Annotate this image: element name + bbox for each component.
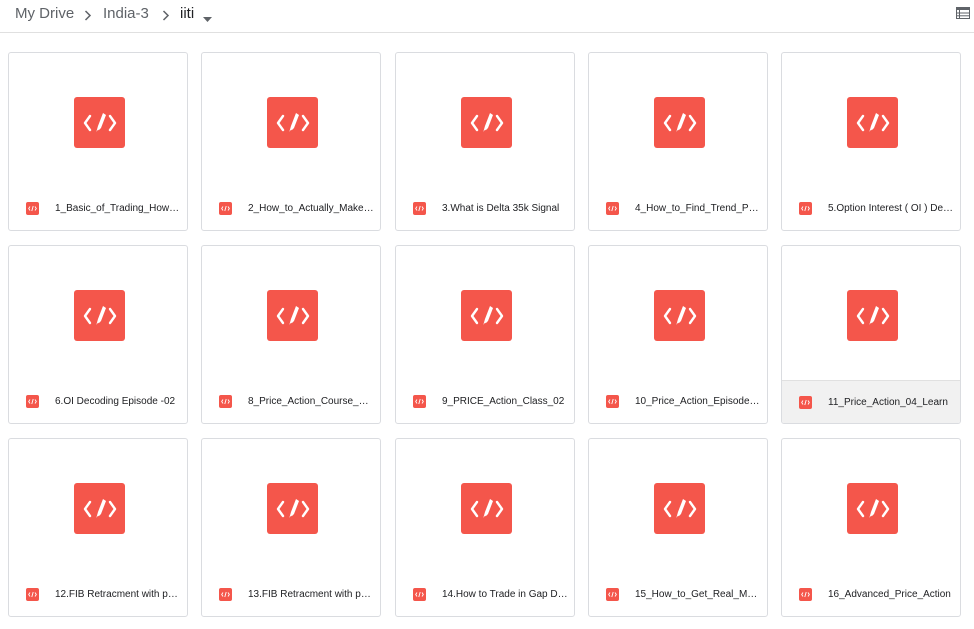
file-footer[interactable]: 5.Option Interest ( OI ) Decoding	[782, 187, 960, 230]
html-file-icon	[413, 588, 426, 601]
file-preview[interactable]	[202, 53, 380, 187]
html-file-icon	[267, 483, 318, 534]
file-name: 16_Advanced_Price_Action	[828, 589, 951, 600]
breadcrumb-my-drive[interactable]: My Drive	[15, 5, 74, 22]
file-name: 14.How to Trade in Gap Down	[442, 589, 568, 600]
html-file-icon	[267, 97, 318, 148]
breadcrumb-iiti[interactable]: iiti	[180, 5, 194, 22]
html-file-icon	[267, 290, 318, 341]
html-file-icon	[26, 202, 39, 215]
file-name: 13.FIB Retracment with price action 2	[248, 589, 374, 600]
file-footer[interactable]: 11_Price_Action_04_Learn	[782, 380, 960, 423]
file-preview[interactable]	[202, 439, 380, 573]
chevron-right-icon	[84, 8, 92, 26]
html-file-icon	[74, 290, 125, 341]
file-card[interactable]: 10_Price_Action_Episode_03	[588, 245, 768, 424]
html-file-icon	[654, 483, 705, 534]
html-file-icon	[74, 483, 125, 534]
file-preview[interactable]	[589, 439, 767, 573]
file-footer[interactable]: 10_Price_Action_Episode_03	[589, 380, 767, 423]
caret-down-icon[interactable]	[203, 10, 212, 28]
html-file-icon	[799, 395, 812, 409]
html-file-icon	[26, 588, 39, 601]
file-footer[interactable]: 13.FIB Retracment with price action 2	[202, 573, 380, 616]
file-footer[interactable]: 3.What is Delta 35k Signal	[396, 187, 574, 230]
file-footer[interactable]: 2_How_to_Actually_Make_Money	[202, 187, 380, 230]
file-footer[interactable]: 8_Price_Action_Course_Episode	[202, 380, 380, 423]
header-divider	[0, 32, 974, 33]
file-footer[interactable]: 12.FIB Retracment with price action	[9, 573, 187, 616]
file-card[interactable]: 9_PRICE_Action_Class_02	[395, 245, 575, 424]
file-footer[interactable]: 9_PRICE_Action_Class_02	[396, 380, 574, 423]
file-name: 15_How_to_Get_Real_Money	[635, 589, 761, 600]
html-file-icon	[461, 483, 512, 534]
file-footer[interactable]: 16_Advanced_Price_Action	[782, 573, 960, 616]
html-file-icon	[654, 97, 705, 148]
file-name: 9_PRICE_Action_Class_02	[442, 396, 565, 407]
html-file-icon	[606, 588, 619, 601]
file-card[interactable]: 6.OI Decoding Episode -02	[8, 245, 188, 424]
file-preview[interactable]	[396, 246, 574, 380]
file-card[interactable]: 12.FIB Retracment with price action	[8, 438, 188, 617]
file-preview[interactable]	[396, 439, 574, 573]
html-file-icon	[606, 395, 619, 408]
html-file-icon	[847, 483, 898, 534]
file-card[interactable]: 13.FIB Retracment with price action 2	[201, 438, 381, 617]
file-preview[interactable]	[396, 53, 574, 187]
file-card[interactable]: 15_How_to_Get_Real_Money	[588, 438, 768, 617]
html-file-icon	[847, 290, 898, 341]
file-preview[interactable]	[9, 53, 187, 187]
breadcrumb: My Drive India-3 iiti	[0, 0, 974, 27]
file-card[interactable]: 4_How_to_Find_Trend_Price_Action	[588, 52, 768, 231]
breadcrumb-india-3[interactable]: India-3	[103, 5, 149, 22]
file-preview[interactable]	[782, 53, 960, 187]
file-footer[interactable]: 4_How_to_Find_Trend_Price_Action	[589, 187, 767, 230]
file-preview[interactable]	[202, 246, 380, 380]
file-name: 10_Price_Action_Episode_03	[635, 396, 761, 407]
file-card[interactable]: 16_Advanced_Price_Action	[781, 438, 961, 617]
file-card[interactable]: 2_How_to_Actually_Make_Money	[201, 52, 381, 231]
file-card[interactable]: 14.How to Trade in Gap Down	[395, 438, 575, 617]
file-name: 12.FIB Retracment with price action	[55, 589, 181, 600]
file-name: 1_Basic_of_Trading_How_to_Place_Order	[55, 203, 181, 214]
file-footer[interactable]: 6.OI Decoding Episode -02	[9, 380, 187, 423]
file-name: 8_Price_Action_Course_Episode	[248, 396, 374, 407]
file-footer[interactable]: 1_Basic_of_Trading_How_to_Place_Order	[9, 187, 187, 230]
html-file-icon	[413, 395, 426, 408]
file-name: 11_Price_Action_04_Learn	[828, 396, 948, 408]
html-file-icon	[74, 97, 125, 148]
file-footer[interactable]: 15_How_to_Get_Real_Money	[589, 573, 767, 616]
file-card[interactable]: 8_Price_Action_Course_Episode	[201, 245, 381, 424]
html-file-icon	[654, 290, 705, 341]
file-preview[interactable]	[9, 439, 187, 573]
file-preview[interactable]	[589, 53, 767, 187]
file-name: 4_How_to_Find_Trend_Price_Action	[635, 203, 761, 214]
file-card[interactable]: 5.Option Interest ( OI ) Decoding	[781, 52, 961, 231]
html-file-icon	[461, 290, 512, 341]
file-footer[interactable]: 14.How to Trade in Gap Down	[396, 573, 574, 616]
file-card[interactable]: 3.What is Delta 35k Signal	[395, 52, 575, 231]
file-name: 6.OI Decoding Episode -02	[55, 396, 176, 407]
html-file-icon	[219, 588, 232, 601]
file-name: 3.What is Delta 35k Signal	[442, 203, 560, 214]
html-file-icon	[26, 395, 39, 408]
html-file-icon	[799, 202, 812, 215]
file-preview[interactable]	[782, 439, 960, 573]
chevron-right-icon	[162, 8, 170, 26]
file-name: 2_How_to_Actually_Make_Money	[248, 203, 374, 214]
html-file-icon	[799, 588, 812, 601]
html-file-icon	[606, 202, 619, 215]
list-view-icon[interactable]	[956, 6, 970, 20]
html-file-icon	[461, 97, 512, 148]
html-file-icon	[219, 202, 232, 215]
file-preview[interactable]	[589, 246, 767, 380]
html-file-icon	[219, 395, 232, 408]
file-preview[interactable]	[782, 246, 960, 380]
html-file-icon	[847, 97, 898, 148]
file-card[interactable]: 1_Basic_of_Trading_How_to_Place_Order	[8, 52, 188, 231]
file-preview[interactable]	[9, 246, 187, 380]
file-card[interactable]: 11_Price_Action_04_Learn	[781, 245, 961, 424]
file-name: 5.Option Interest ( OI ) Decoding	[828, 203, 954, 214]
html-file-icon	[413, 202, 426, 215]
